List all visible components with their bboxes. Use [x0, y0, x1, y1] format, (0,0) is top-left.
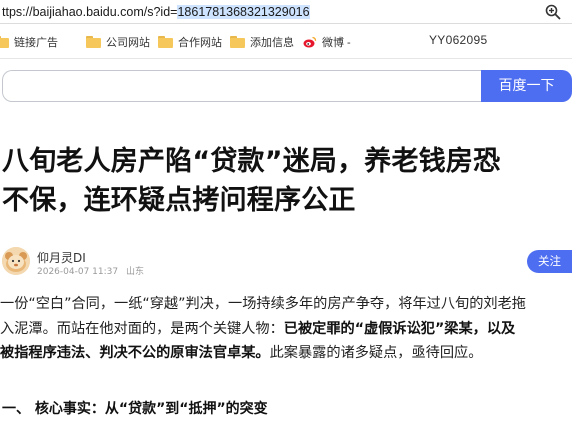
paragraph-emphasis: 已被定罪的“虚假诉讼犯”梁某，以及 [283, 320, 516, 337]
weibo-icon [303, 36, 317, 48]
folder-icon [230, 36, 245, 48]
paragraph-line-3: 被指程序违法、判决不公的原审法官卓某。此案暴露的诸多疑点，亟待回应。 [0, 341, 572, 366]
bookmark-label: 合作网站 [178, 37, 222, 49]
folder-icon [0, 36, 9, 48]
bookmark-folder-company[interactable]: 公司网站 [86, 33, 150, 51]
bookmark-weibo[interactable]: 微博 - [303, 33, 351, 51]
bookmark-label: 微博 - [322, 37, 351, 49]
overlay-id-text: YY062095 [429, 33, 488, 47]
publish-location: 山东 [125, 267, 144, 277]
url-text[interactable]: ttps://baijiahao.baidu.com/s?id=18617813… [2, 2, 310, 22]
article-paragraph: 一份“空白”合同，一纸“穿越”判决，一场持续多年的房产争夺，将年过八旬的刘老拖 … [0, 292, 572, 366]
publish-date: 2026-04-07 11:37 [37, 267, 119, 277]
title-line-2: 不保，连环疑点拷问程序公正 [2, 185, 356, 216]
avatar-image [2, 247, 30, 275]
article-title: 八旬老人房产陷“贷款”迷局，养老钱房恐 不保，连环疑点拷问程序公正 [2, 142, 570, 220]
bookmark-folder-add-info[interactable]: 添加信息 [230, 33, 294, 51]
bookmark-folder-partners[interactable]: 合作网站 [158, 33, 222, 51]
follow-button[interactable]: 关注 [527, 250, 572, 273]
section-heading: 一、 核心事实：从“贷款”到“抵押”的突变 [2, 401, 268, 417]
bookmark-label: 公司网站 [106, 37, 150, 49]
paragraph-line-2: 入泥潭。而站在他对面的，是两个关键人物：已被定罪的“虚假诉讼犯”梁某，以及 [0, 317, 572, 342]
paragraph-text: 此案暴露的诸多疑点，亟待回应。 [269, 345, 483, 361]
zoom-icon[interactable] [544, 3, 562, 21]
folder-icon [86, 36, 101, 48]
folder-icon [158, 36, 173, 48]
bookmark-label: 链接广告 [14, 37, 58, 49]
url-prefix: ttps://baijiahao.baidu.com/s?id= [2, 5, 178, 19]
paragraph-line-1: 一份“空白”合同，一纸“穿越”判决，一场持续多年的房产争夺，将年过八旬的刘老拖 [0, 296, 526, 312]
author-avatar[interactable] [2, 247, 30, 275]
bookmark-folder-ads[interactable]: 链接广告 [0, 33, 58, 51]
author-meta: 2026-04-07 11:37 山东 [37, 264, 144, 277]
bookmarks-bar: 链接广告 公司网站 合作网站 添加信息 微博 - YY062095 [0, 25, 572, 59]
address-bar[interactable]: ttps://baijiahao.baidu.com/s?id=18617813… [0, 0, 572, 24]
search-input[interactable] [2, 70, 482, 102]
title-line-1: 八旬老人房产陷“贷款”迷局，养老钱房恐 [2, 146, 501, 177]
paragraph-emphasis: 被指程序违法、判决不公的原审法官卓某。 [0, 345, 270, 361]
bookmark-label: 添加信息 [250, 37, 294, 49]
url-selected: 1861781368321329016 [177, 5, 310, 19]
paragraph-text: 入泥潭。而站在他对面的，是两个关键人物： [0, 320, 284, 337]
search-button[interactable]: 百度一下 [481, 70, 572, 102]
